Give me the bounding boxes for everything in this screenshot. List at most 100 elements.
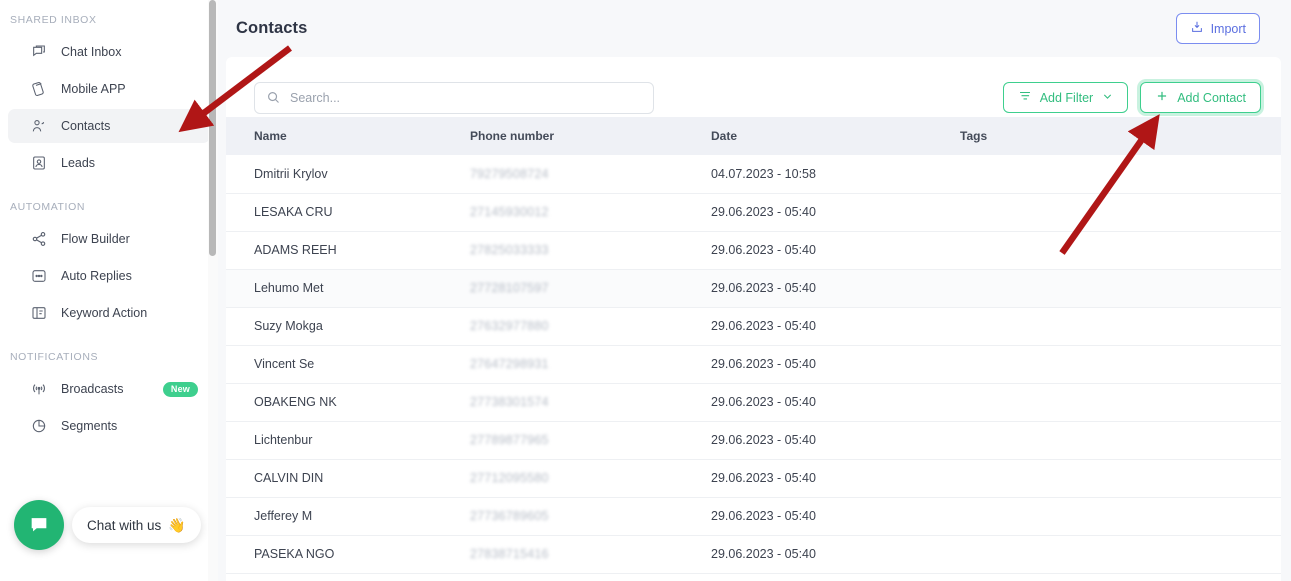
add-filter-label: Add Filter: [1039, 90, 1094, 105]
cell-name: Lichtenbur: [226, 421, 470, 460]
cell-date: 29.06.2023 - 05:40: [711, 269, 960, 308]
cell-tags: [960, 497, 1281, 536]
chat-with-us-pill[interactable]: Chat with us 👋: [72, 507, 201, 543]
cell-date: 29.06.2023 - 05:40: [711, 193, 960, 232]
table-head: Name Phone number Date Tags: [226, 117, 1281, 155]
cell-phone: 27838715416: [470, 535, 711, 574]
contacts-icon: [30, 117, 48, 135]
cell-name: Dmitrii Krylov: [226, 155, 470, 194]
phone-number-redacted: 27825033333: [470, 243, 549, 257]
cell-tags: [960, 345, 1281, 384]
table-row[interactable]: CALVIN DIN 27712095580 29.06.2023 - 05:40: [226, 459, 1281, 498]
table-row[interactable]: Lichtenbur 27789877965 29.06.2023 - 05:40: [226, 421, 1281, 460]
sidebar-item-label: Contacts: [61, 119, 111, 133]
search-input[interactable]: [254, 81, 654, 114]
cell-phone: 79279508724: [470, 155, 711, 194]
cell-phone: 27825033333: [470, 231, 711, 270]
main-content: Contacts Import Search... Add Filter Add…: [218, 0, 1291, 581]
sidebar-item-segments[interactable]: Segments: [8, 409, 210, 443]
chat-widget[interactable]: Chat with us 👋: [14, 500, 201, 550]
sidebar-item-mobile-app[interactable]: Mobile APP: [8, 72, 210, 106]
sidebar-item-flow-builder[interactable]: Flow Builder: [8, 222, 210, 256]
page-title: Contacts: [236, 19, 308, 37]
import-button[interactable]: Import: [1175, 13, 1260, 44]
column-header-phone[interactable]: Phone number: [470, 117, 711, 155]
leads-icon: [30, 154, 48, 172]
sidebar-item-contacts[interactable]: Contacts: [8, 109, 210, 143]
phone-number-redacted: 27738301574: [470, 395, 549, 409]
column-header-name[interactable]: Name: [226, 117, 470, 155]
table-row[interactable]: ADAMS REEH 27825033333 29.06.2023 - 05:40: [226, 231, 1281, 270]
cell-name: OBAKENG NK: [226, 383, 470, 422]
cell-date: 29.06.2023 - 05:40: [711, 345, 960, 384]
table-row[interactable]: PASEKA NGO 27838715416 29.06.2023 - 05:40: [226, 535, 1281, 574]
cell-date: 29.06.2023 - 05:40: [711, 459, 960, 498]
phone-number-redacted: 79279508724: [470, 166, 549, 181]
sidebar-item-keyword-action[interactable]: Keyword Action: [8, 296, 210, 330]
cell-date: 29.06.2023 - 05:40: [711, 383, 960, 422]
cell-phone: 27736789605: [470, 497, 711, 536]
sidebar-item-label: Chat Inbox: [61, 45, 122, 59]
table-row[interactable]: Suzy Mokga 27632977880 29.06.2023 - 05:40: [226, 307, 1281, 346]
add-filter-button[interactable]: Add Filter: [1002, 82, 1129, 113]
cell-date: 04.07.2023 - 10:58: [711, 155, 960, 194]
table-row[interactable]: Vincent Se 27647298931 29.06.2023 - 05:40: [226, 345, 1281, 384]
phone-number-redacted: 27789877965: [470, 433, 549, 447]
cell-date: 29.06.2023 - 05:40: [711, 231, 960, 270]
chat-bubble-icon: [31, 518, 47, 532]
sidebar-item-label: Leads: [61, 156, 96, 170]
sidebar-item-broadcasts[interactable]: Broadcasts New: [8, 372, 210, 406]
phone-number-redacted: 27736789605: [470, 509, 549, 523]
sidebar-item-chat-inbox[interactable]: Chat Inbox: [8, 35, 210, 69]
sidebar-item-auto-replies[interactable]: Auto Replies: [8, 259, 210, 293]
cell-phone: 27632977880: [470, 307, 711, 346]
sidebar-scrollbar-thumb[interactable]: [209, 0, 216, 256]
phone-number-redacted: 27838715416: [470, 547, 549, 561]
page-header: Contacts Import: [218, 0, 1291, 57]
cell-name: LESAKA CRU: [226, 193, 470, 232]
add-contact-label: Add Contact: [1177, 90, 1246, 105]
contacts-page: SHARED INBOX Chat Inbox Mobile APP Conta…: [0, 0, 1291, 581]
cell-date: 29.06.2023 - 05:40: [711, 307, 960, 346]
sidebar: SHARED INBOX Chat Inbox Mobile APP Conta…: [0, 0, 218, 581]
cell-name: Lehumo Met: [226, 269, 470, 308]
table-row[interactable]: Jefferey M 27736789605 29.06.2023 - 05:40: [226, 497, 1281, 536]
table-row[interactable]: Lehumo Met 27728107597 29.06.2023 - 05:40: [226, 269, 1281, 308]
table-row[interactable]: LESAKA CRU 27145930012 29.06.2023 - 05:40: [226, 193, 1281, 232]
add-contact-button[interactable]: Add Contact: [1140, 82, 1261, 113]
import-button-label: Import: [1210, 21, 1246, 36]
sidebar-item-label: Mobile APP: [61, 82, 126, 96]
table-header-row: Name Phone number Date Tags: [226, 117, 1281, 155]
cell-tags: [960, 307, 1281, 346]
cell-tags: [960, 231, 1281, 270]
column-header-tags[interactable]: Tags: [960, 117, 1281, 155]
phone-number-redacted: 27647298931: [470, 357, 549, 371]
cell-name: CALVIN DIN: [226, 459, 470, 498]
table-row[interactable]: OBAKENG NK 27738301574 29.06.2023 - 05:40: [226, 383, 1281, 422]
cell-name: ADAMS REEH: [226, 231, 470, 270]
sidebar-item-label: Broadcasts: [61, 382, 124, 396]
sidebar-item-label: Auto Replies: [61, 269, 132, 283]
cell-tags: [960, 269, 1281, 308]
cell-tags: [960, 383, 1281, 422]
phone-number-redacted: 27145930012: [470, 205, 549, 219]
cell-name: Suzy Mokga: [226, 307, 470, 346]
cell-date: 29.06.2023 - 05:40: [711, 497, 960, 536]
filter-icon: [1018, 89, 1032, 106]
sidebar-item-label: Keyword Action: [61, 306, 148, 320]
reply-icon: [30, 267, 48, 285]
cell-phone: 27738301574: [470, 383, 711, 422]
cell-phone: 27647298931: [470, 345, 711, 384]
broadcast-icon: [30, 380, 48, 398]
sidebar-item-leads[interactable]: Leads: [8, 146, 210, 180]
chevron-down-icon: [1102, 91, 1113, 104]
table-row[interactable]: Dmitrii Krylov 79279508724 04.07.2023 - 10…: [226, 155, 1281, 194]
plus-icon: [1155, 89, 1169, 106]
column-header-date[interactable]: Date: [711, 117, 960, 155]
cell-phone: 27145930012: [470, 193, 711, 232]
cell-name: Vincent Se: [226, 345, 470, 384]
mobile-icon: [30, 80, 48, 98]
sidebar-scroll-area: SHARED INBOX Chat Inbox Mobile APP Conta…: [0, 0, 218, 581]
status-badge-new: New: [162, 381, 198, 397]
chat-bubble-button[interactable]: [14, 500, 64, 550]
